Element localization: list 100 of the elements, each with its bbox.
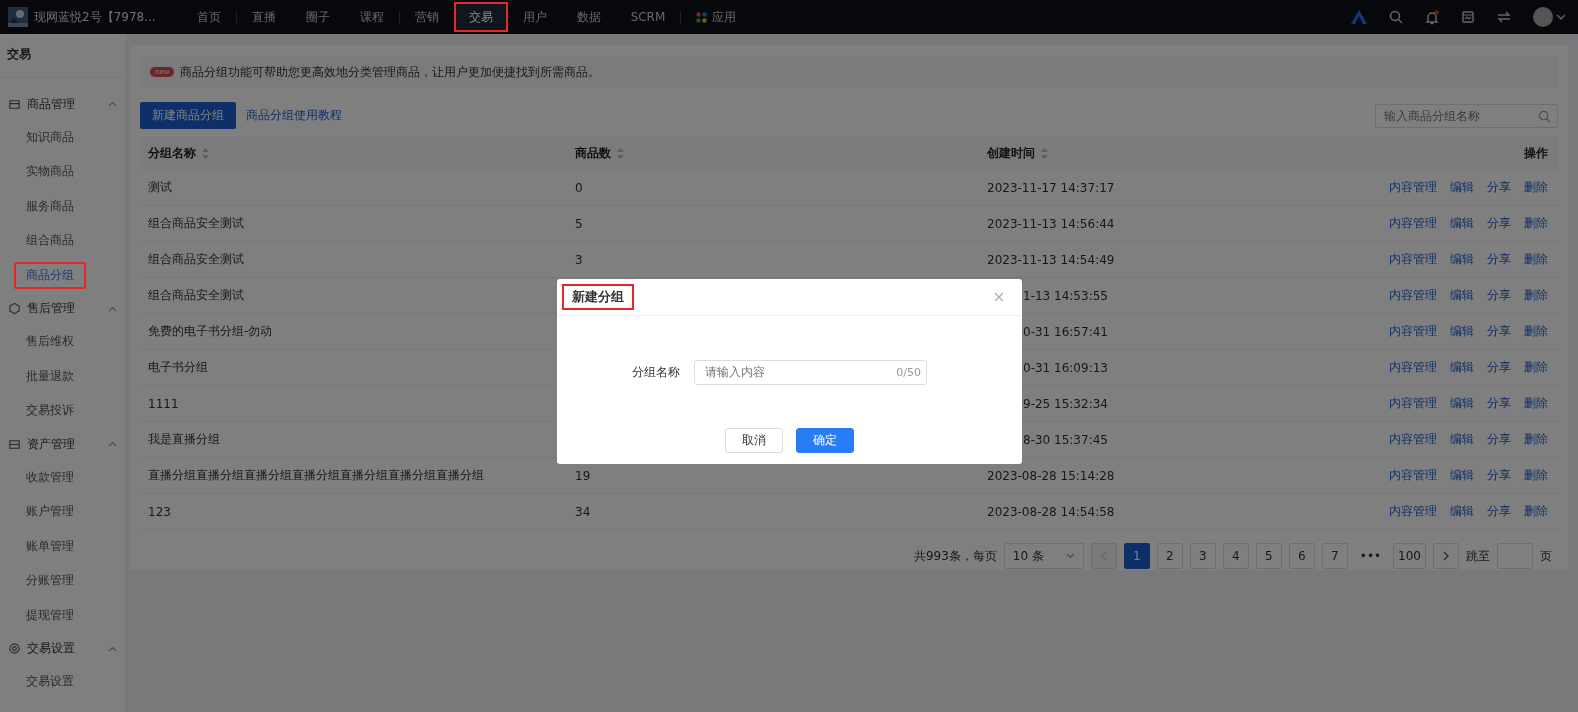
sort-icon[interactable]: [1041, 148, 1048, 159]
page-button[interactable]: 100: [1393, 543, 1426, 569]
sidebar-item[interactable]: 实物商品: [14, 158, 86, 186]
nav-tab[interactable]: 圈子: [290, 2, 345, 32]
page-button[interactable]: 7: [1321, 543, 1348, 569]
row-action-link[interactable]: 编辑: [1450, 251, 1474, 268]
row-action-link[interactable]: 内容管理: [1389, 467, 1437, 484]
sidebar-group[interactable]: 交易设置: [0, 632, 125, 665]
store-icon[interactable]: [1461, 10, 1475, 24]
swap-icon[interactable]: [1497, 11, 1511, 23]
sidebar-item[interactable]: 收款管理: [14, 463, 86, 491]
row-action-link[interactable]: 分享: [1487, 467, 1511, 484]
nav-tab[interactable]: 课程: [344, 2, 399, 32]
sidebar-item[interactable]: 批量退款: [14, 362, 86, 390]
next-page-button[interactable]: [1433, 543, 1459, 569]
row-action-link[interactable]: 内容管理: [1389, 503, 1437, 520]
nav-tab[interactable]: 用户: [507, 2, 562, 32]
sidebar-item[interactable]: 服务商品: [14, 192, 86, 220]
sidebar-item[interactable]: 商品分组: [14, 261, 86, 289]
group-label[interactable]: 售后管理: [27, 300, 75, 317]
row-action-link[interactable]: 内容管理: [1389, 431, 1437, 448]
row-action-link[interactable]: 删除: [1524, 215, 1548, 232]
chevron-down-icon[interactable]: [1556, 14, 1566, 20]
row-action-link[interactable]: 编辑: [1450, 287, 1474, 304]
sidebar-item[interactable]: 组合商品: [14, 227, 86, 255]
row-action-link[interactable]: 编辑: [1450, 323, 1474, 340]
sidebar-item[interactable]: 售后维权: [14, 328, 86, 356]
row-action-link[interactable]: 编辑: [1450, 467, 1474, 484]
create-group-button[interactable]: 新建商品分组: [140, 102, 236, 129]
sidebar-group[interactable]: 资产管理: [0, 428, 125, 460]
sidebar-group[interactable]: 售后管理: [0, 292, 125, 325]
search-icon[interactable]: [1538, 109, 1551, 123]
row-action-link[interactable]: 编辑: [1450, 215, 1474, 232]
nav-tab[interactable]: 直播: [236, 2, 291, 32]
group-label[interactable]: 商品管理: [27, 95, 75, 113]
sidebar-item[interactable]: 交易设置: [14, 668, 86, 696]
row-action-link[interactable]: 分享: [1487, 395, 1511, 412]
row-action-link[interactable]: 删除: [1524, 251, 1548, 268]
row-action-link[interactable]: 分享: [1487, 179, 1511, 196]
sidebar-item[interactable]: 提现管理: [14, 601, 86, 629]
chevron-up-icon[interactable]: [108, 441, 117, 447]
row-action-link[interactable]: 删除: [1524, 467, 1548, 484]
logo-icon[interactable]: [1351, 10, 1367, 24]
group-label[interactable]: 交易设置: [27, 640, 75, 657]
row-action-link[interactable]: 删除: [1524, 431, 1548, 448]
nav-tab[interactable]: 应用: [681, 2, 752, 32]
search-field[interactable]: 输入商品分组名称: [1375, 103, 1558, 128]
sidebar-item[interactable]: 交易投诉: [14, 397, 86, 425]
row-action-link[interactable]: 分享: [1487, 323, 1511, 340]
nav-tab[interactable]: SCRM: [615, 2, 681, 32]
row-action-link[interactable]: 分享: [1487, 251, 1511, 268]
cancel-button[interactable]: 取消: [725, 428, 783, 453]
sidebar-item[interactable]: 分账管理: [14, 567, 86, 595]
sidebar-group[interactable]: 商品管理: [0, 88, 125, 120]
nav-tab[interactable]: 首页: [181, 2, 236, 32]
sidebar-item[interactable]: 账户管理: [14, 498, 86, 526]
row-action-link[interactable]: 编辑: [1450, 359, 1474, 376]
row-action-link[interactable]: 删除: [1524, 359, 1548, 376]
sidebar-item[interactable]: 知识商品: [14, 123, 86, 151]
nav-tab[interactable]: 营销: [399, 2, 454, 32]
row-action-link[interactable]: 删除: [1524, 503, 1548, 520]
nav-tab[interactable]: 数据: [561, 2, 616, 32]
row-action-link[interactable]: 编辑: [1450, 179, 1474, 196]
account-name[interactable]: 现网蓝悦2号【7978...: [34, 8, 156, 26]
row-action-link[interactable]: 编辑: [1450, 395, 1474, 412]
bell-icon[interactable]: [1425, 9, 1439, 25]
row-action-link[interactable]: 删除: [1524, 179, 1548, 196]
row-action-link[interactable]: 分享: [1487, 359, 1511, 376]
sidebar-item[interactable]: 账单管理: [14, 532, 86, 560]
row-action-link[interactable]: 删除: [1524, 395, 1548, 412]
sort-icon[interactable]: [617, 148, 624, 159]
row-action-link[interactable]: 内容管理: [1389, 395, 1437, 412]
close-icon[interactable]: [994, 292, 1004, 302]
row-action-link[interactable]: 分享: [1487, 215, 1511, 232]
row-action-link[interactable]: 分享: [1487, 287, 1511, 304]
page-button[interactable]: 3: [1189, 543, 1216, 569]
page-button[interactable]: 1: [1123, 543, 1150, 569]
row-action-link[interactable]: 编辑: [1450, 503, 1474, 520]
row-action-link[interactable]: 编辑: [1450, 431, 1474, 448]
chevron-up-icon[interactable]: [108, 645, 117, 652]
row-action-link[interactable]: 内容管理: [1389, 251, 1437, 268]
row-action-link[interactable]: 删除: [1524, 323, 1548, 340]
sort-icon[interactable]: [202, 148, 209, 159]
chevron-up-icon[interactable]: [108, 101, 117, 107]
chevron-up-icon[interactable]: [108, 305, 117, 312]
nav-tab[interactable]: 交易: [453, 2, 508, 32]
page-button[interactable]: 5: [1255, 543, 1282, 569]
row-action-link[interactable]: 内容管理: [1389, 287, 1437, 304]
row-action-link[interactable]: 删除: [1524, 287, 1548, 304]
page-size-select[interactable]: 10 条: [1003, 543, 1084, 569]
page-button[interactable]: 2: [1156, 543, 1183, 569]
group-label[interactable]: 资产管理: [27, 435, 75, 453]
avatar-icon[interactable]: [1533, 7, 1553, 27]
row-action-link[interactable]: 内容管理: [1389, 215, 1437, 232]
tutorial-link[interactable]: 商品分组使用教程: [246, 107, 342, 124]
row-action-link[interactable]: 内容管理: [1389, 323, 1437, 340]
row-action-link[interactable]: 分享: [1487, 503, 1511, 520]
page-button[interactable]: 6: [1288, 543, 1315, 569]
row-action-link[interactable]: 内容管理: [1389, 359, 1437, 376]
confirm-button[interactable]: 确定: [796, 428, 854, 453]
